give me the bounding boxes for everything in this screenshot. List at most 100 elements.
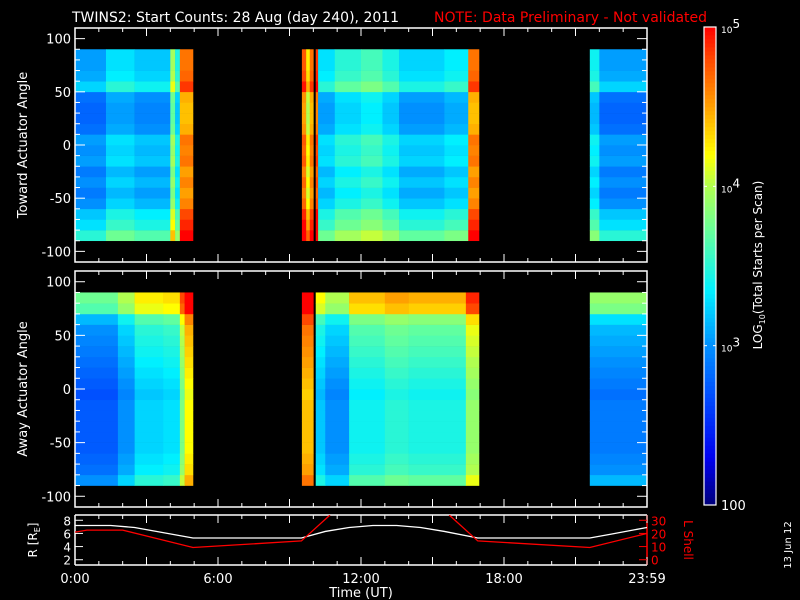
heatmap-cell bbox=[184, 474, 194, 486]
heatmap-cell bbox=[444, 59, 469, 71]
heatmap-cell bbox=[465, 389, 480, 401]
heatmap-cell bbox=[465, 399, 480, 411]
heatmap-cell bbox=[301, 313, 314, 325]
colorbar-segment bbox=[704, 429, 716, 434]
heatmap-cell bbox=[408, 421, 467, 433]
heatmap-cell bbox=[309, 230, 314, 242]
heatmap-cell bbox=[315, 367, 326, 379]
heatmap-cell bbox=[309, 49, 314, 61]
heatmap-cell bbox=[75, 453, 119, 465]
colorbar-segment bbox=[704, 218, 716, 223]
heatmap-cell bbox=[117, 464, 135, 476]
heatmap-cell bbox=[175, 155, 181, 167]
heatmap-cell bbox=[599, 102, 648, 114]
heatmap-cell bbox=[163, 356, 181, 368]
colorbar-segment bbox=[704, 313, 716, 319]
colorbar-segment bbox=[704, 130, 716, 136]
heatmap-cell bbox=[349, 399, 386, 411]
heatmap-cell bbox=[444, 123, 469, 135]
heatmap-cell bbox=[408, 442, 467, 454]
heatmap-cell bbox=[75, 198, 107, 210]
heatmap-cell bbox=[315, 49, 319, 61]
preliminary-note: NOTE: Data Preliminary - Not validated bbox=[434, 10, 707, 26]
heatmap-cell bbox=[306, 176, 311, 188]
lshell-tick-label: 0 bbox=[651, 554, 659, 568]
heatmap-cell bbox=[334, 166, 362, 178]
heatmap-cell bbox=[179, 81, 194, 93]
colorbar-tick-exp: 3 bbox=[732, 336, 740, 350]
heatmap-cell bbox=[134, 474, 164, 486]
heatmap-cell bbox=[179, 219, 194, 231]
colorbar-segment bbox=[704, 337, 716, 343]
colorbar-segment bbox=[704, 250, 716, 255]
heatmap-cell bbox=[179, 113, 194, 125]
heatmap-cell bbox=[184, 324, 194, 336]
heatmap-cell bbox=[301, 464, 314, 476]
heatmap-cell bbox=[179, 378, 185, 390]
heatmap-cell bbox=[468, 70, 480, 82]
colorbar-segment bbox=[704, 158, 716, 163]
heatmap-cell bbox=[105, 70, 135, 82]
heatmap-cell bbox=[134, 431, 164, 443]
heatmap-cell bbox=[105, 219, 135, 231]
heatmap-cell bbox=[301, 91, 307, 103]
colorbar-segment bbox=[704, 214, 716, 219]
colorbar-segment bbox=[704, 194, 716, 199]
heatmap-cell bbox=[170, 219, 176, 231]
heatmap-cell bbox=[589, 442, 648, 454]
lshell-tick-label: 30 bbox=[651, 514, 666, 528]
colorbar-segment bbox=[704, 437, 716, 442]
heatmap-cell bbox=[105, 208, 135, 220]
heatmap-cell bbox=[301, 453, 314, 465]
heatmap-cell bbox=[399, 230, 445, 242]
heatmap-cell bbox=[306, 59, 311, 71]
heatmap-cell bbox=[382, 208, 400, 220]
y-tick-label: -100 bbox=[41, 490, 71, 505]
heatmap-cell bbox=[408, 335, 467, 347]
heatmap-cell bbox=[589, 389, 648, 401]
heatmap-cell bbox=[444, 219, 469, 231]
heatmap-cell bbox=[361, 102, 383, 114]
heatmap-cell bbox=[117, 389, 135, 401]
heatmap-cell bbox=[75, 421, 119, 433]
heatmap-cell bbox=[349, 356, 386, 368]
heatmap-cell bbox=[170, 187, 176, 199]
colorbar-segment bbox=[704, 198, 716, 203]
lshell-tick-label: 10 bbox=[651, 541, 666, 555]
heatmap-cell bbox=[175, 198, 181, 210]
heatmap-cell bbox=[306, 219, 311, 231]
heatmap-cell bbox=[361, 166, 383, 178]
heatmap-cell bbox=[75, 464, 119, 476]
heatmap-cell bbox=[75, 91, 107, 103]
colorbar-segment bbox=[704, 50, 716, 56]
y-tick-label: 0 bbox=[63, 383, 71, 398]
heatmap-cell bbox=[334, 123, 362, 135]
r-tick-label: 4 bbox=[63, 541, 71, 555]
heatmap-cell bbox=[465, 421, 480, 433]
toward-ylabel: Toward Actuator Angle bbox=[16, 72, 31, 219]
heatmap-cell bbox=[465, 367, 480, 379]
heatmap-cell bbox=[170, 176, 176, 188]
heatmap-cell bbox=[399, 134, 445, 146]
heatmap-cell bbox=[465, 335, 480, 347]
heatmap-cell bbox=[309, 123, 314, 135]
heatmap-cell bbox=[134, 198, 171, 210]
heatmap-cell bbox=[408, 292, 467, 304]
heatmap-cell bbox=[465, 453, 480, 465]
colorbar-segment bbox=[704, 110, 716, 116]
heatmap-cell bbox=[117, 303, 135, 315]
heatmap-cell bbox=[399, 155, 445, 167]
heatmap-cell bbox=[361, 155, 383, 167]
heatmap-cell bbox=[465, 431, 480, 443]
heatmap-cell bbox=[175, 59, 181, 71]
heatmap-cell bbox=[444, 81, 469, 93]
heatmap-cell bbox=[170, 230, 176, 242]
away-ylabel: Away Actuator Angle bbox=[16, 321, 31, 456]
colorbar-segment bbox=[704, 258, 716, 263]
heatmap-cell bbox=[75, 102, 107, 114]
heatmap-cell bbox=[382, 166, 400, 178]
heatmap-cell bbox=[444, 91, 469, 103]
heatmap-cell bbox=[599, 230, 648, 242]
heatmap-cell bbox=[468, 155, 480, 167]
heatmap-cell bbox=[384, 313, 409, 325]
